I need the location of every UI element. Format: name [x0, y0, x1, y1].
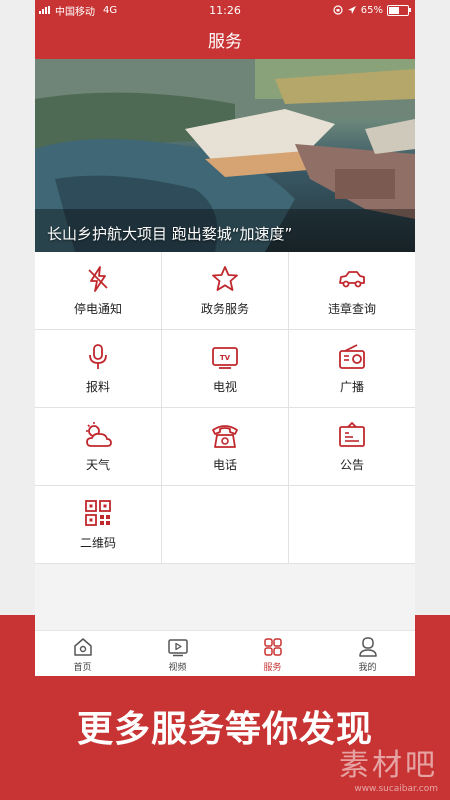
tab-label: 视频 — [168, 662, 187, 673]
radio-icon — [339, 344, 365, 369]
service-notice[interactable]: 公告 — [289, 408, 415, 485]
grid-icon — [263, 637, 282, 656]
tab-video[interactable]: 视频 — [130, 631, 225, 676]
service-power-outage-notice[interactable]: 停电通知 — [35, 252, 161, 329]
service-qrcode[interactable]: 二维码 — [35, 486, 161, 563]
microphone-icon — [89, 344, 107, 369]
service-label: 二维码 — [79, 536, 116, 550]
service-government[interactable]: 政务服务 — [162, 252, 288, 329]
tab-label: 服务 — [263, 662, 282, 673]
watermark-url: www.sucaibar.com — [354, 784, 438, 794]
service-label: 电话 — [212, 458, 237, 472]
tab-home[interactable]: 首页 — [35, 631, 130, 676]
service-grid: 停电通知 政务服务 违章查询 报料 TV 电视 广播 天气 电话 公告 二维码 — [35, 252, 415, 564]
tab-mine[interactable]: 我的 — [320, 631, 415, 676]
notice-icon — [339, 421, 365, 447]
home-icon — [73, 637, 92, 656]
service-label: 天气 — [85, 458, 110, 472]
service-telephone[interactable]: 电话 — [162, 408, 288, 485]
battery-icon — [387, 4, 411, 16]
empty-cell — [289, 486, 415, 563]
weather-icon — [86, 422, 112, 447]
empty-cell — [162, 486, 288, 563]
watermark-text: 素材吧 — [339, 748, 438, 783]
banner-caption: 长山乡护航大项目 跑出婺城“加速度” — [47, 225, 293, 243]
bottom-tab-bar: 首页 视频 服务 我的 — [35, 630, 415, 676]
service-label: 广播 — [339, 380, 364, 394]
service-violation-query[interactable]: 违章查询 — [289, 252, 415, 329]
tab-label: 首页 — [73, 662, 92, 673]
tv-icon: TV — [212, 347, 238, 369]
nav-bar: 服务 — [35, 20, 415, 59]
service-report[interactable]: 报料 — [35, 330, 161, 407]
video-icon — [167, 638, 188, 656]
tab-label: 我的 — [358, 662, 377, 673]
page-title: 服务 — [208, 32, 242, 52]
service-label: 停电通知 — [73, 302, 122, 316]
battery-level — [389, 6, 399, 14]
star-icon — [212, 266, 238, 291]
service-radio[interactable]: 广播 — [289, 330, 415, 407]
service-weather[interactable]: 天气 — [35, 408, 161, 485]
service-label: 电视 — [212, 380, 237, 394]
service-label: 报料 — [85, 380, 110, 394]
news-banner[interactable]: 长山乡护航大项目 跑出婺城“加速度” — [35, 59, 415, 252]
phone-screen: 中国移动 4G 11:26 65% 服务 长山乡护航大项目 跑出婺城“加速度” … — [35, 0, 415, 676]
location-icon — [347, 6, 356, 14]
telephone-icon — [212, 425, 238, 448]
svg-text:TV: TV — [220, 354, 231, 362]
service-label: 公告 — [339, 458, 364, 472]
service-tv[interactable]: TV 电视 — [162, 330, 288, 407]
car-icon — [339, 271, 365, 288]
rotation-lock-icon — [333, 5, 343, 15]
user-icon — [358, 636, 377, 657]
battery-percent: 65% — [360, 4, 383, 16]
lightning-off-icon — [88, 266, 108, 292]
watermark-logo: 素材吧 www.sucaibar.com — [339, 740, 438, 794]
status-bar: 中国移动 4G 11:26 65% — [35, 0, 415, 20]
tab-services[interactable]: 服务 — [225, 631, 320, 676]
qrcode-icon — [85, 500, 111, 526]
service-label: 违章查询 — [327, 302, 376, 316]
service-label: 政务服务 — [200, 302, 249, 316]
